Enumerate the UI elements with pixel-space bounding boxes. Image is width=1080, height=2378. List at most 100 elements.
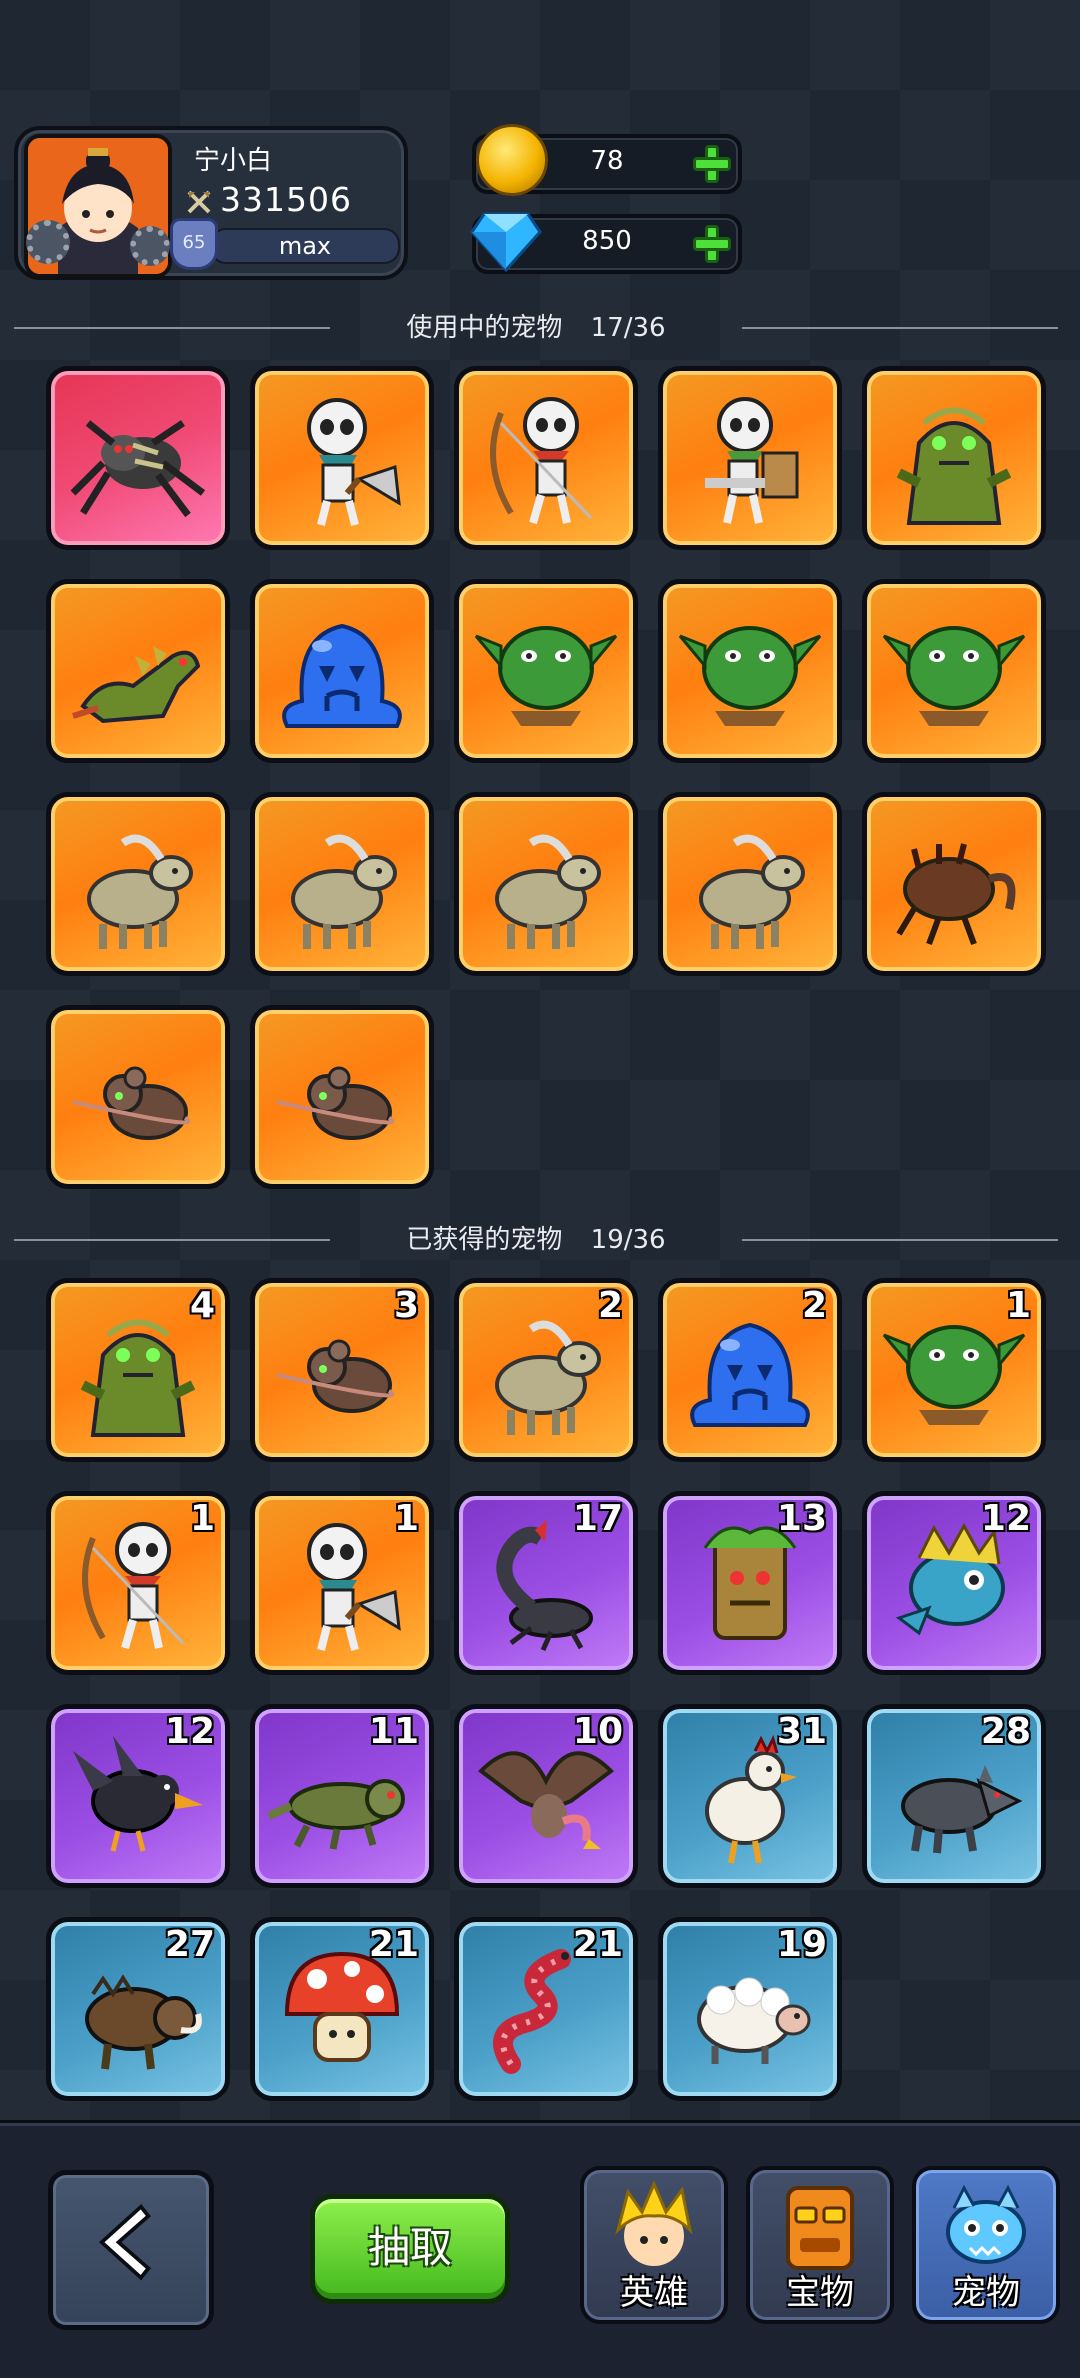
exp-bar: max [210, 228, 400, 264]
skeleton-axe-icon [307, 398, 401, 526]
goblin-icon [882, 626, 1026, 726]
in-use-title: 使用中的宠物 [406, 313, 563, 343]
in-use-pet-tile[interactable] [250, 1005, 434, 1189]
in-use-pet-tile[interactable] [658, 792, 842, 976]
player-profile-card[interactable]: 宁小白 331506 max 65 [14, 126, 408, 280]
pet-count-badge: 1 [393, 1498, 419, 1539]
pet-count-badge: 1 [189, 1498, 215, 1539]
spider-icon [70, 420, 206, 518]
pet-count-badge: 17 [572, 1498, 623, 1539]
tab-treasures-label: 宝物 [786, 2273, 854, 2313]
obtained-pet-tile[interactable]: 12 [862, 1491, 1046, 1675]
obtained-pet-tile[interactable]: 21 [250, 1917, 434, 2101]
diamond-value: 850 [582, 226, 632, 256]
in-use-section-header: 使用中的宠物 17/36 [14, 308, 1058, 348]
obtained-pet-tile[interactable]: 2 [454, 1278, 638, 1462]
obtained-pet-tile[interactable]: 1 [46, 1491, 230, 1675]
obtained-pet-tile[interactable]: 1 [250, 1491, 434, 1675]
obtained-pet-tile[interactable]: 17 [454, 1491, 638, 1675]
pet-count-badge: 11 [368, 1711, 419, 1752]
pet-count-badge: 28 [980, 1711, 1031, 1752]
obtained-title: 已获得的宠物 [406, 1225, 563, 1255]
in-use-pet-tile[interactable] [658, 366, 842, 550]
obtained-pet-tile[interactable]: 3 [250, 1278, 434, 1462]
obtained-pet-tile[interactable]: 27 [46, 1917, 230, 2101]
diamond-icon [470, 212, 542, 273]
goat-icon [291, 834, 397, 949]
dragon-icon [72, 646, 201, 724]
draw-button[interactable]: 抽取 [310, 2194, 510, 2304]
obtained-pet-tile[interactable]: 11 [250, 1704, 434, 1888]
in-use-pet-tile[interactable] [46, 1005, 230, 1189]
add-gold-button[interactable] [690, 142, 734, 186]
diamond-counter: 850 [470, 212, 742, 274]
crossed-swords-icon [187, 190, 211, 213]
pet-count-badge: 4 [189, 1285, 215, 1326]
player-name: 宁小白 [194, 146, 273, 176]
pet-count-badge: 3 [393, 1285, 419, 1326]
obtained-pet-tile[interactable]: 31 [658, 1704, 842, 1888]
pet-count-badge: 21 [368, 1924, 419, 1965]
rat-icon [276, 1066, 395, 1140]
obtained-pet-tile[interactable]: 28 [862, 1704, 1046, 1888]
rat-icon [72, 1066, 191, 1140]
gear-icon [130, 226, 170, 266]
tab-pets-label: 宠物 [952, 2273, 1020, 2313]
obtained-pet-tile[interactable]: 12 [46, 1704, 230, 1888]
blue-slime-icon [282, 623, 402, 728]
in-use-pet-tile[interactable] [46, 579, 230, 763]
goblin-icon [474, 626, 618, 726]
obtained-pet-tile[interactable]: 19 [658, 1917, 842, 2101]
in-use-pet-tile[interactable] [862, 792, 1046, 976]
pet-count-badge: 13 [776, 1498, 827, 1539]
obtained-pet-tile[interactable]: 1 [862, 1278, 1046, 1462]
in-use-pet-tile[interactable] [454, 792, 638, 976]
pet-count-badge: 31 [776, 1711, 827, 1752]
gold-value: 78 [590, 146, 624, 176]
pet-count-badge: 1 [1005, 1285, 1031, 1326]
in-use-pet-tile[interactable] [46, 792, 230, 976]
in-use-pet-tile[interactable] [658, 579, 842, 763]
tab-treasures[interactable]: 宝物 [746, 2166, 894, 2324]
combat-power: 331506 [186, 180, 352, 219]
gold-counter: 78 [472, 124, 742, 196]
in-use-pet-tile[interactable] [250, 366, 434, 550]
skeleton-shield-icon [705, 397, 799, 524]
obtained-pet-tile[interactable]: 2 [658, 1278, 842, 1462]
skeleton-archer-icon [490, 397, 593, 525]
back-button[interactable] [48, 2170, 214, 2330]
level-badge: 65 [170, 218, 218, 270]
obtained-pet-tile[interactable]: 4 [46, 1278, 230, 1462]
in-use-pet-tile[interactable] [454, 366, 638, 550]
pet-count-badge: 10 [572, 1711, 623, 1752]
hero-icon [615, 2180, 693, 2266]
combat-power-value: 331506 [220, 180, 352, 219]
back-arrow-icon [98, 2204, 151, 2281]
in-use-pet-tile[interactable] [250, 792, 434, 976]
in-use-pet-tile[interactable] [454, 579, 638, 763]
gear-icon [26, 220, 70, 264]
in-use-pet-tile[interactable] [862, 579, 1046, 763]
obtained-pet-tile[interactable]: 10 [454, 1704, 638, 1888]
pet-count-badge: 27 [164, 1924, 215, 1965]
pet-count-badge: 12 [164, 1711, 215, 1752]
goat-icon [699, 834, 805, 949]
obtained-pet-tile[interactable]: 21 [454, 1917, 638, 2101]
tab-heroes[interactable]: 英雄 [580, 2166, 728, 2324]
pet-count-badge: 12 [980, 1498, 1031, 1539]
obtained-pet-tile[interactable]: 13 [658, 1491, 842, 1675]
add-diamond-button[interactable] [690, 222, 734, 266]
in-use-pet-tile[interactable] [862, 366, 1046, 550]
tab-pets[interactable]: 宠物 [912, 2166, 1060, 2324]
in-use-pet-tile[interactable] [250, 579, 434, 763]
obtained-section-header: 已获得的宠物 19/36 [14, 1220, 1058, 1260]
pet-count-badge: 19 [776, 1924, 827, 1965]
goblin-icon [678, 626, 822, 726]
goat-icon [87, 834, 193, 949]
beetle-icon [896, 843, 1016, 946]
pet-count-badge: 21 [572, 1924, 623, 1965]
totem-treasure-icon [786, 2186, 854, 2270]
in-use-pet-tile[interactable] [46, 366, 230, 550]
in-use-count: 17/36 [590, 313, 666, 343]
dragon-pet-icon [946, 2184, 1026, 2264]
